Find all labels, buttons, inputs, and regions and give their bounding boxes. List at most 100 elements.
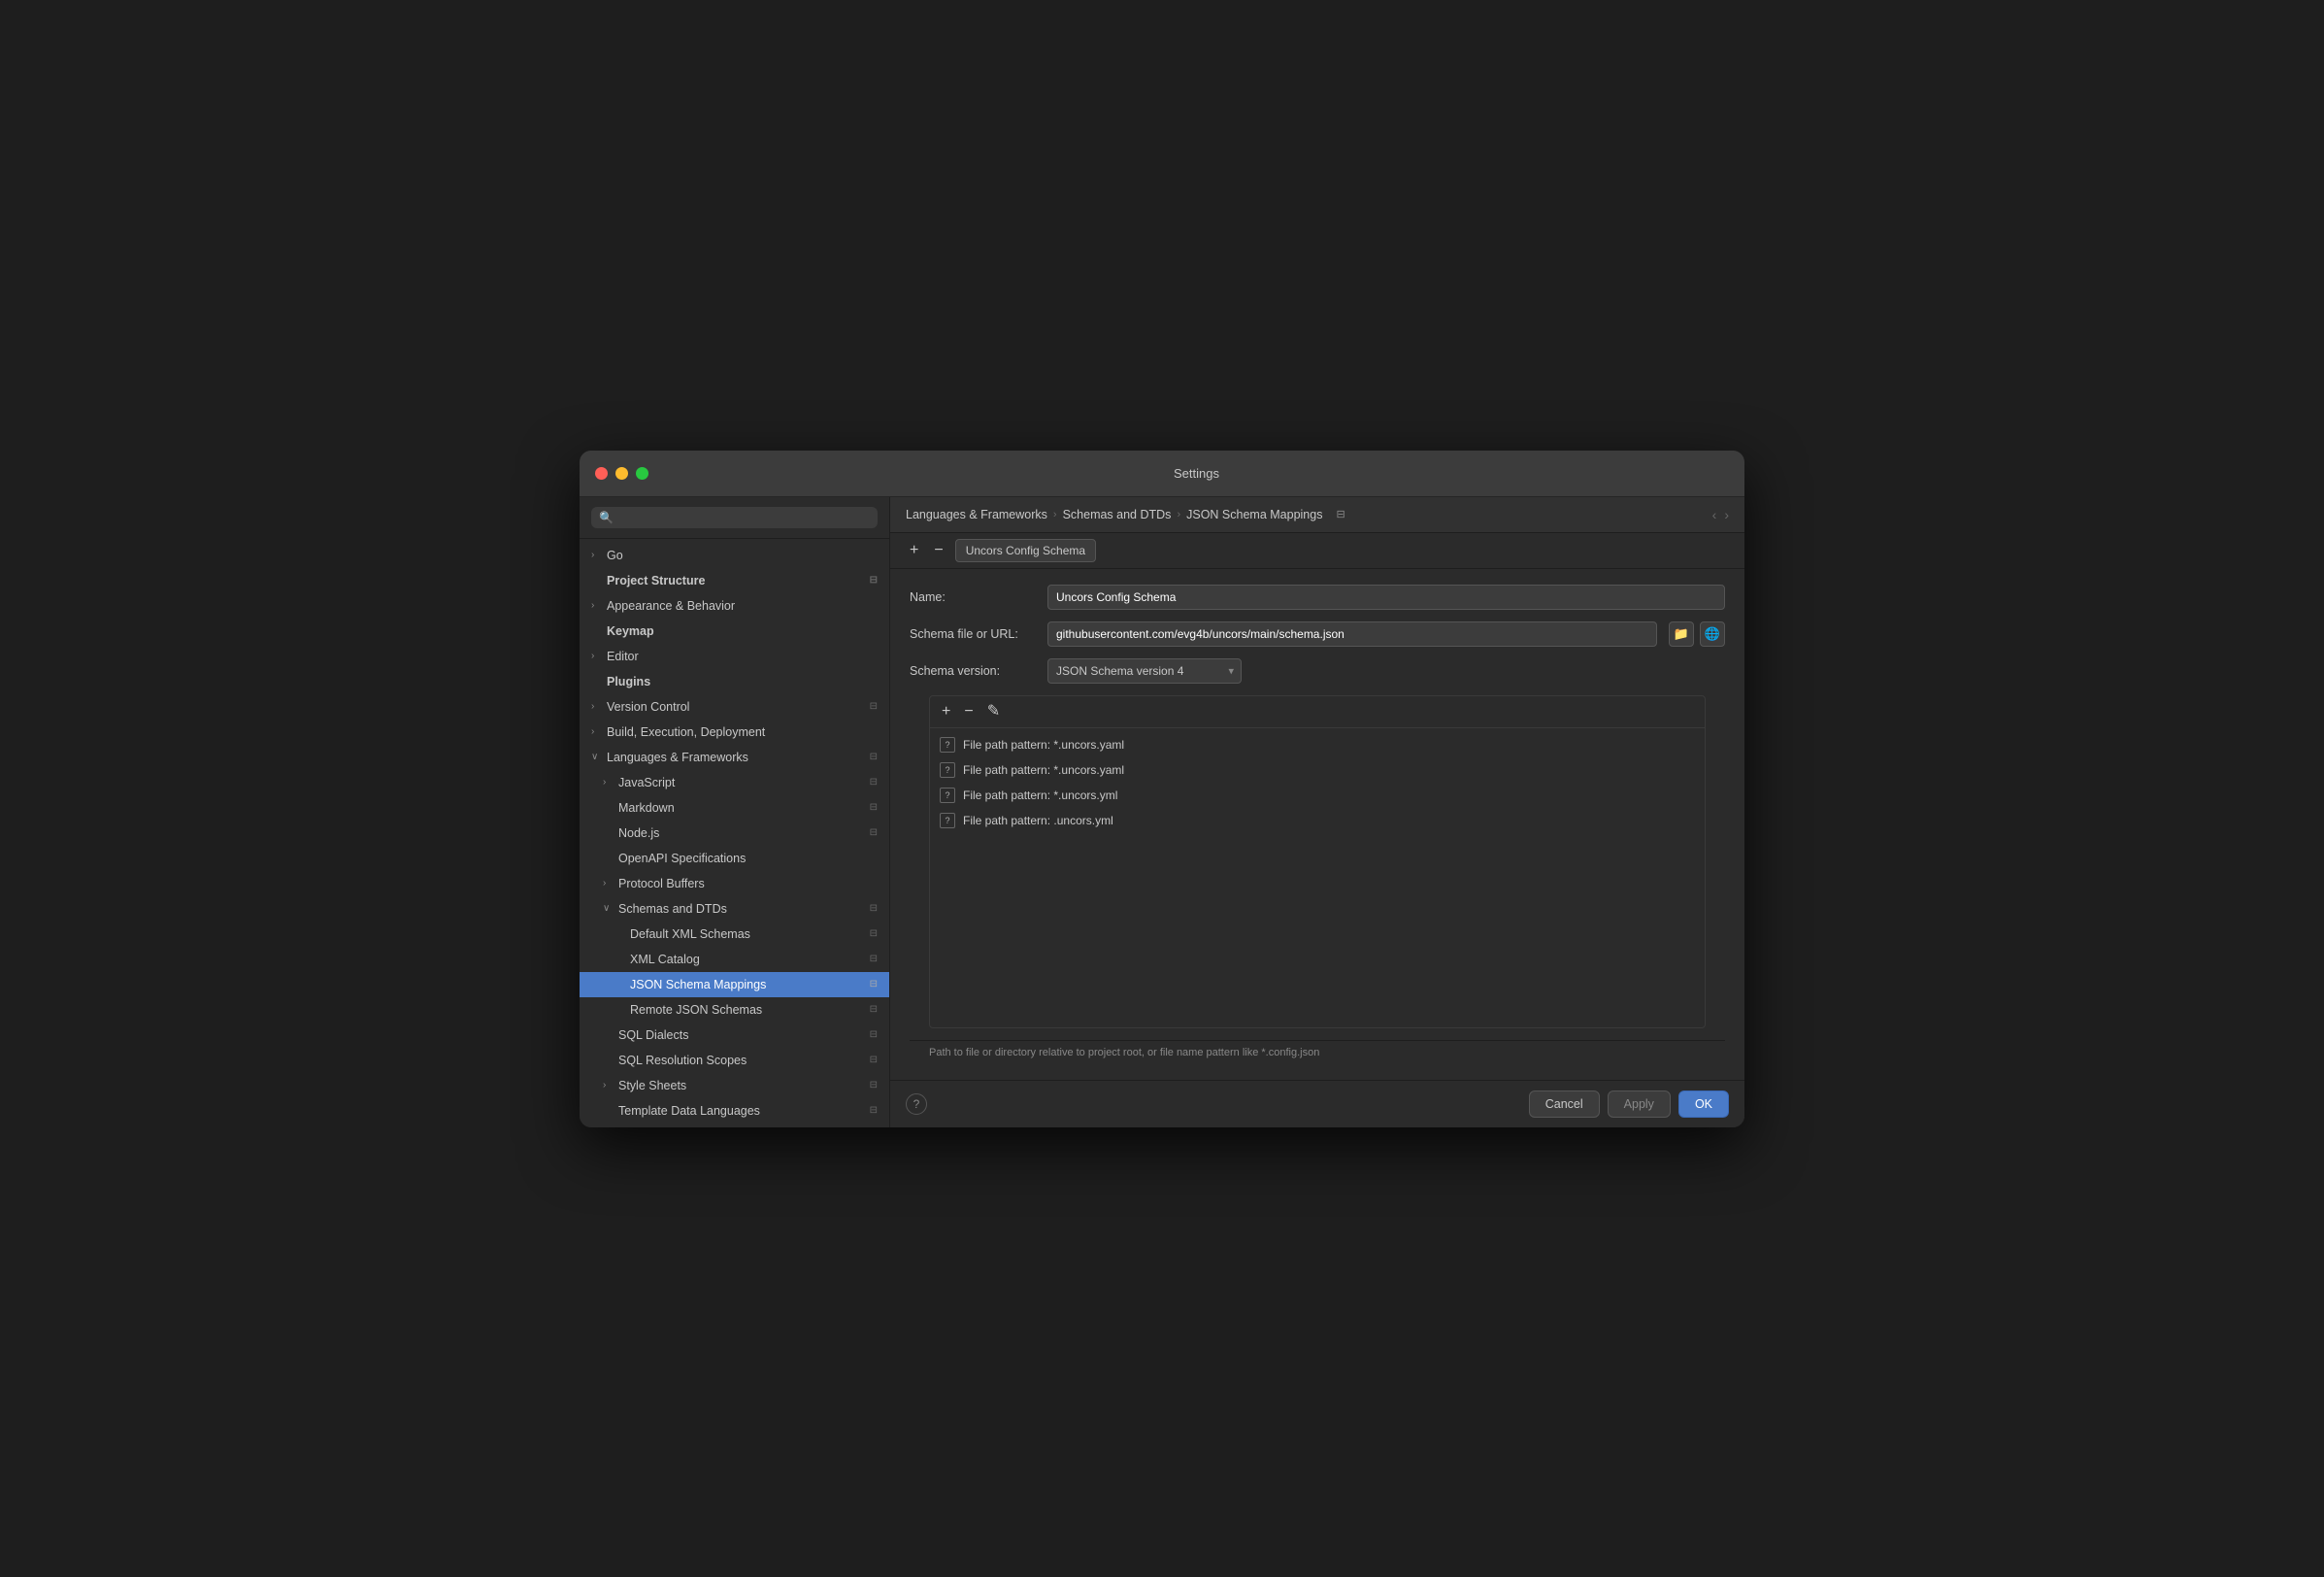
- sidebar-item-label: OpenAPI Specifications: [618, 852, 746, 865]
- sidebar-item-openapi[interactable]: OpenAPI Specifications: [580, 846, 889, 871]
- minimize-button[interactable]: [615, 467, 628, 480]
- globe-icon: 🌐: [1705, 626, 1720, 642]
- name-input[interactable]: [1047, 585, 1725, 610]
- sidebar-item-sql-resolution[interactable]: SQL Resolution Scopes ⊟: [580, 1048, 889, 1073]
- breadcrumb-sep-2: ›: [1177, 509, 1180, 520]
- sidebar-item-label: Markdown: [618, 801, 675, 815]
- breadcrumb-schemas-dtds[interactable]: Schemas and DTDs: [1063, 508, 1172, 521]
- settings-icon: ⊟: [870, 1105, 878, 1116]
- settings-icon: ⊟: [870, 1055, 878, 1065]
- sidebar-item-version-control[interactable]: › Version Control ⊟: [580, 694, 889, 720]
- sidebar-item-remote-json-schemas[interactable]: Remote JSON Schemas ⊟: [580, 997, 889, 1023]
- sidebar-item-appearance-behavior[interactable]: › Appearance & Behavior: [580, 593, 889, 619]
- form-area: Name: Schema file or URL: 📁 🌐: [890, 569, 1744, 1080]
- chevron-right-icon: ›: [591, 651, 603, 661]
- schema-version-row: Schema version: JSON Schema version 4 JS…: [910, 658, 1725, 684]
- settings-icon: ⊟: [870, 1029, 878, 1040]
- browse-web-button[interactable]: 🌐: [1700, 621, 1725, 647]
- search-input[interactable]: [619, 511, 870, 524]
- sidebar: 🔍 › Go Project Structure ⊟ ›: [580, 497, 890, 1127]
- sidebar-item-label: Protocol Buffers: [618, 877, 705, 890]
- sidebar-item-markdown[interactable]: Markdown ⊟: [580, 795, 889, 821]
- settings-icon: ⊟: [870, 903, 878, 914]
- window-title: Settings: [664, 466, 1729, 481]
- sidebar-item-label: Build, Execution, Deployment: [607, 725, 765, 739]
- chevron-down-icon: ∨: [603, 903, 614, 914]
- remove-pattern-button[interactable]: −: [960, 702, 977, 721]
- sidebar-item-label: Style Sheets: [618, 1079, 686, 1092]
- settings-icon: ⊟: [870, 1080, 878, 1090]
- remove-schema-button[interactable]: −: [930, 541, 946, 560]
- sidebar-item-label: Appearance & Behavior: [607, 599, 735, 613]
- search-icon: 🔍: [599, 511, 614, 524]
- settings-icon: ⊟: [870, 827, 878, 838]
- name-row: Name:: [910, 585, 1725, 610]
- cancel-button[interactable]: Cancel: [1529, 1090, 1600, 1118]
- browse-file-button[interactable]: 📁: [1669, 621, 1694, 647]
- pattern-file-icon: ?: [940, 813, 955, 828]
- pattern-text: File path pattern: *.uncors.yml: [963, 788, 1117, 802]
- settings-window: Settings 🔍 › Go Project Structure: [580, 451, 1744, 1127]
- add-pattern-button[interactable]: +: [938, 702, 954, 721]
- pattern-item-4[interactable]: ? File path pattern: .uncors.yml: [930, 808, 1705, 833]
- pattern-text: File path pattern: *.uncors.yaml: [963, 738, 1124, 752]
- pattern-item-1[interactable]: ? File path pattern: *.uncors.yaml: [930, 732, 1705, 757]
- close-button[interactable]: [595, 467, 608, 480]
- sidebar-item-javascript[interactable]: › JavaScript ⊟: [580, 770, 889, 795]
- add-schema-button[interactable]: +: [906, 541, 922, 560]
- nav-forward-button[interactable]: ›: [1724, 507, 1729, 522]
- pattern-text: File path pattern: *.uncors.yaml: [963, 763, 1124, 777]
- sidebar-item-label: Go: [607, 549, 623, 562]
- status-bar: Path to file or directory relative to pr…: [910, 1040, 1725, 1064]
- sidebar-item-plugins[interactable]: Plugins: [580, 669, 889, 694]
- search-wrapper[interactable]: 🔍: [591, 507, 878, 528]
- edit-pattern-button[interactable]: ✎: [983, 702, 1004, 721]
- sidebar-item-label: Schemas and DTDs: [618, 902, 727, 916]
- sidebar-item-schemas-dtds[interactable]: ∨ Schemas and DTDs ⊟: [580, 896, 889, 922]
- sidebar-item-label: Keymap: [607, 624, 654, 638]
- breadcrumb-nav: ‹ ›: [1712, 507, 1729, 522]
- right-panel: Languages & Frameworks › Schemas and DTD…: [890, 497, 1744, 1127]
- pattern-item-2[interactable]: ? File path pattern: *.uncors.yaml: [930, 757, 1705, 783]
- sidebar-item-label: Default XML Schemas: [630, 927, 750, 941]
- schema-url-row: Schema file or URL: 📁 🌐: [910, 621, 1725, 647]
- maximize-button[interactable]: [636, 467, 648, 480]
- breadcrumb-languages-frameworks[interactable]: Languages & Frameworks: [906, 508, 1047, 521]
- ok-button[interactable]: OK: [1678, 1090, 1729, 1118]
- sidebar-item-template-data[interactable]: Template Data Languages ⊟: [580, 1098, 889, 1124]
- sidebar-item-label: Version Control: [607, 700, 689, 714]
- nav-back-button[interactable]: ‹: [1712, 507, 1717, 522]
- sidebar-item-project-structure[interactable]: Project Structure ⊟: [580, 568, 889, 593]
- settings-icon: ⊟: [870, 575, 878, 586]
- sidebar-item-xml-catalog[interactable]: XML Catalog ⊟: [580, 947, 889, 972]
- name-label: Name:: [910, 590, 1036, 604]
- sidebar-item-nodejs[interactable]: Node.js ⊟: [580, 821, 889, 846]
- sidebar-item-sql-dialects[interactable]: SQL Dialects ⊟: [580, 1023, 889, 1048]
- apply-button[interactable]: Apply: [1608, 1090, 1671, 1118]
- breadcrumb-json-schema-mappings[interactable]: JSON Schema Mappings: [1186, 508, 1322, 521]
- sidebar-item-languages-frameworks[interactable]: ∨ Languages & Frameworks ⊟: [580, 745, 889, 770]
- sidebar-item-label: Remote JSON Schemas: [630, 1003, 762, 1017]
- sidebar-item-default-xml[interactable]: Default XML Schemas ⊟: [580, 922, 889, 947]
- sidebar-item-editor[interactable]: › Editor: [580, 644, 889, 669]
- help-button[interactable]: ?: [906, 1093, 927, 1115]
- folder-icon: 📁: [1674, 626, 1689, 642]
- pattern-item-3[interactable]: ? File path pattern: *.uncors.yml: [930, 783, 1705, 808]
- sidebar-item-style-sheets[interactable]: › Style Sheets ⊟: [580, 1073, 889, 1098]
- sidebar-item-label: JavaScript: [618, 776, 675, 789]
- sidebar-item-build-execution[interactable]: › Build, Execution, Deployment: [580, 720, 889, 745]
- breadcrumb-bar: Languages & Frameworks › Schemas and DTD…: [890, 497, 1744, 533]
- pattern-file-icon: ?: [940, 788, 955, 803]
- sidebar-item-go[interactable]: › Go: [580, 543, 889, 568]
- schema-url-input[interactable]: [1047, 621, 1657, 647]
- chevron-right-icon: ›: [591, 701, 603, 712]
- traffic-lights: [595, 467, 648, 480]
- sidebar-item-protocol-buffers[interactable]: › Protocol Buffers: [580, 871, 889, 896]
- schema-url-actions: 📁 🌐: [1669, 621, 1725, 647]
- patterns-list: ? File path pattern: *.uncors.yaml ? Fil…: [930, 728, 1705, 1027]
- sidebar-item-keymap[interactable]: Keymap: [580, 619, 889, 644]
- sidebar-item-json-schema-mappings[interactable]: JSON Schema Mappings ⊟: [580, 972, 889, 997]
- schema-version-select[interactable]: JSON Schema version 4 JSON Schema versio…: [1047, 658, 1242, 684]
- schema-name-button[interactable]: Uncors Config Schema: [955, 539, 1096, 562]
- sidebar-list: › Go Project Structure ⊟ › Appearance & …: [580, 539, 889, 1127]
